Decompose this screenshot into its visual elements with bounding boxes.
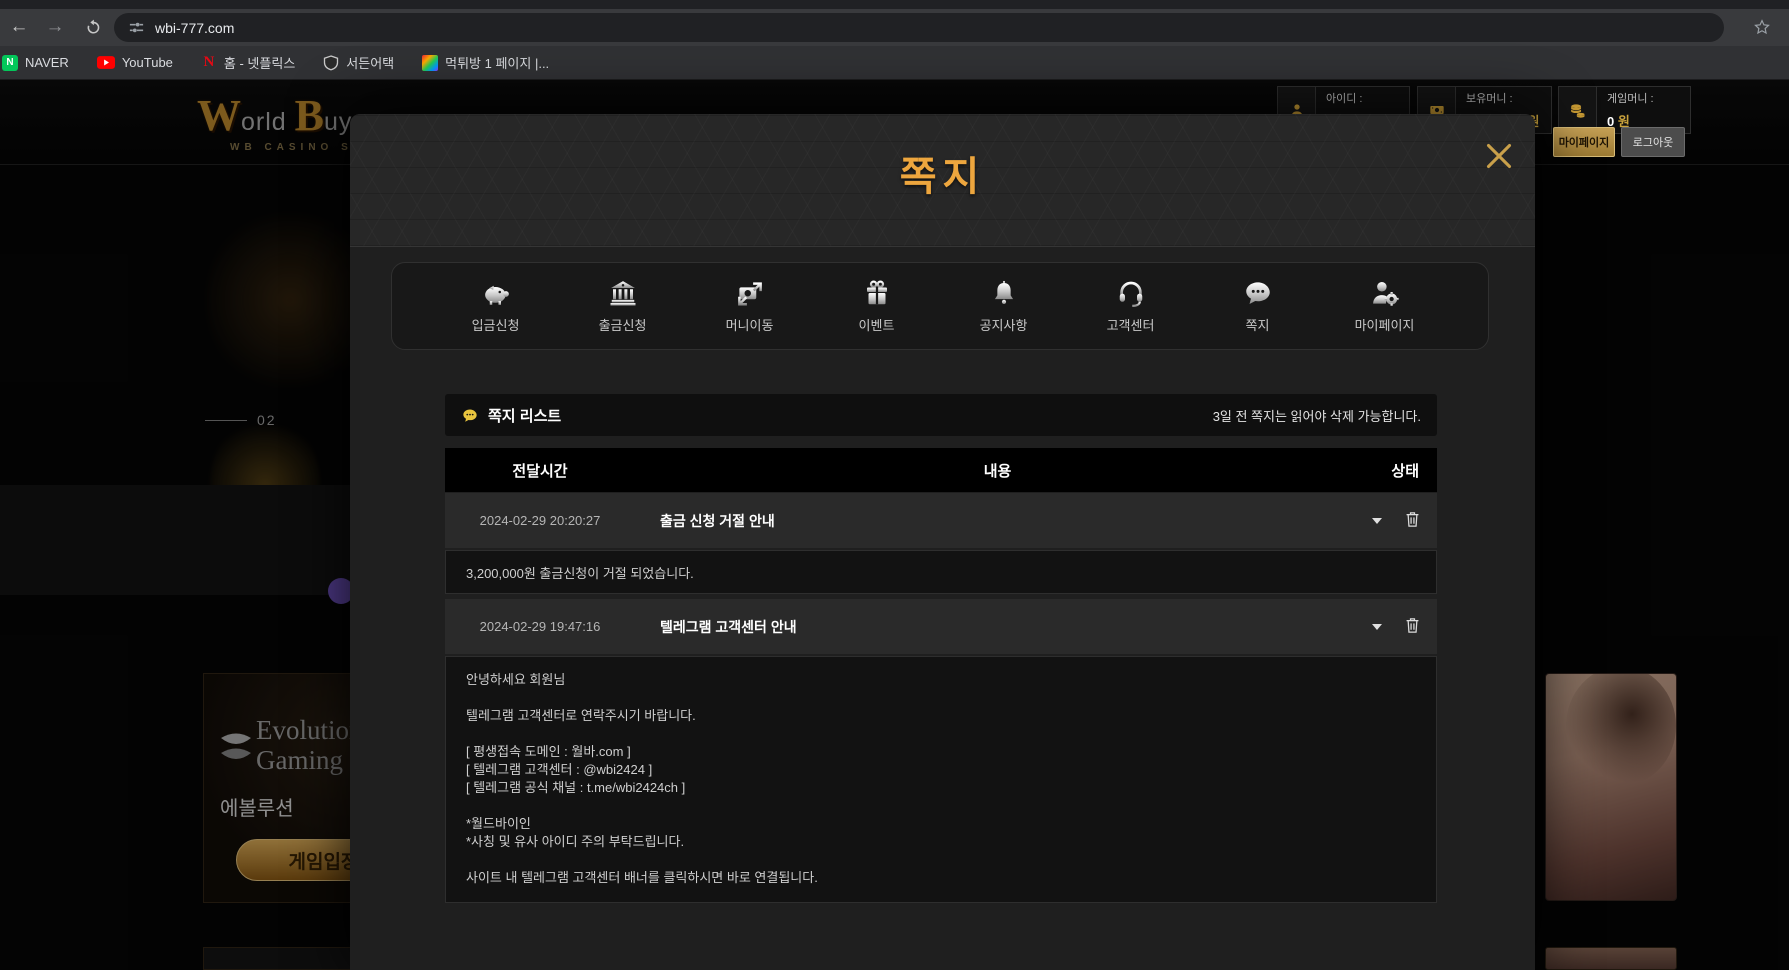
browser-back-button[interactable]: ← bbox=[4, 12, 34, 42]
bookmark-naver[interactable]: N NAVER bbox=[2, 55, 69, 71]
naver-icon: N bbox=[2, 55, 18, 71]
nav-item-support[interactable]: 고객센터 bbox=[1067, 263, 1194, 349]
message-modal: 쪽지 입금신청 출금신청 bbox=[350, 114, 1535, 970]
browser-forward-button[interactable]: → bbox=[40, 12, 70, 42]
url-text: wbi-777.com bbox=[155, 20, 234, 36]
bookmark-netflix[interactable]: N 홈 - 넷플릭스 bbox=[201, 53, 295, 72]
message-title: 출금 신청 거절 안내 bbox=[660, 493, 775, 548]
message-body: 3,200,000원 출금신청이 거절 되었습니다. bbox=[445, 550, 1437, 594]
rainbow-icon bbox=[422, 55, 438, 71]
message-table-header: 전달시간 내용 상태 bbox=[445, 448, 1437, 492]
money-transfer-icon bbox=[733, 278, 767, 308]
nav-item-deposit[interactable]: 입금신청 bbox=[432, 263, 559, 349]
list-title: 쪽지 리스트 bbox=[488, 405, 561, 426]
nav-item-notice[interactable]: 공지사항 bbox=[940, 263, 1067, 349]
message-datetime: 2024-02-29 19:47:16 bbox=[445, 599, 635, 654]
nav-item-withdraw[interactable]: 출금신청 bbox=[559, 263, 686, 349]
nav-item-money-move[interactable]: 머니이동 bbox=[686, 263, 813, 349]
user-gear-icon bbox=[1368, 278, 1402, 308]
nav-item-mypage[interactable]: 마이페이지 bbox=[1321, 263, 1448, 349]
bookmarks-bar: N NAVER YouTube N 홈 - 넷플릭스 서든어택 먹튀방 1 페이… bbox=[0, 46, 1789, 80]
site-settings-icon bbox=[128, 19, 145, 36]
address-bar[interactable]: wbi-777.com bbox=[114, 13, 1724, 42]
message-row-header[interactable]: 2024-02-29 20:20:27 출금 신청 거절 안내 bbox=[445, 493, 1437, 548]
message-list-header: 쪽지 리스트 3일 전 쪽지는 읽어야 삭제 가능합니다. bbox=[445, 394, 1437, 436]
message-title: 텔레그램 고객센터 안내 bbox=[660, 599, 797, 654]
delete-message-button[interactable] bbox=[1403, 509, 1425, 531]
casino-site-background: World Buy WB CASINO SLOT 02 Evolution Ga… bbox=[0, 80, 1789, 970]
chat-bubble-icon bbox=[1242, 278, 1274, 308]
trash-icon bbox=[1403, 615, 1422, 635]
nav-item-message[interactable]: 쪽지 bbox=[1194, 263, 1321, 349]
star-icon bbox=[1753, 18, 1771, 36]
message-datetime: 2024-02-29 20:20:27 bbox=[445, 493, 635, 548]
column-time: 전달시간 bbox=[445, 448, 635, 492]
piggy-bank-icon bbox=[479, 278, 513, 308]
bookmark-sudden-attack[interactable]: 서든어택 bbox=[323, 53, 394, 72]
reload-icon bbox=[85, 19, 102, 36]
close-icon bbox=[1485, 142, 1513, 170]
browser-toolbar: ← → wbi-777.com bbox=[0, 9, 1789, 46]
bell-icon bbox=[990, 278, 1018, 308]
chat-bubble-yellow-icon bbox=[461, 407, 479, 424]
nav-item-event[interactable]: 이벤트 bbox=[813, 263, 940, 349]
gift-icon bbox=[862, 278, 892, 308]
logout-button[interactable]: 로그아웃 bbox=[1621, 127, 1685, 157]
browser-reload-button[interactable] bbox=[78, 12, 108, 42]
chevron-down-icon[interactable] bbox=[1372, 518, 1382, 524]
mypage-button[interactable]: 마이페이지 bbox=[1553, 127, 1615, 157]
bookmark-youtube[interactable]: YouTube bbox=[97, 55, 173, 70]
message-row-header[interactable]: 2024-02-29 19:47:16 텔레그램 고객센터 안내 bbox=[445, 599, 1437, 654]
delete-message-button[interactable] bbox=[1403, 615, 1425, 637]
netflix-icon: N bbox=[201, 55, 217, 71]
column-status: 상태 bbox=[1391, 448, 1419, 492]
list-notice: 3일 전 쪽지는 읽어야 삭제 가능합니다. bbox=[1213, 406, 1421, 425]
bank-icon bbox=[608, 278, 638, 308]
modal-close-button[interactable] bbox=[1483, 140, 1515, 172]
bookmark-meoktwi[interactable]: 먹튀방 1 페이지 |... bbox=[422, 53, 549, 72]
headset-icon bbox=[1115, 278, 1147, 308]
browser-tab-strip bbox=[0, 0, 1789, 9]
column-content: 내용 bbox=[635, 448, 1360, 492]
bookmark-star-button[interactable] bbox=[1749, 14, 1775, 40]
modal-nav-menu: 입금신청 출금신청 머니이동 bbox=[391, 262, 1489, 350]
shield-icon bbox=[323, 55, 339, 71]
trash-icon bbox=[1403, 509, 1422, 529]
youtube-icon bbox=[97, 56, 115, 69]
modal-title: 쪽지 bbox=[350, 144, 1535, 202]
chevron-down-icon[interactable] bbox=[1372, 624, 1382, 630]
message-body: 안녕하세요 회원님 텔레그램 고객센터로 연락주시기 바랍니다. [ 평생접속 … bbox=[445, 656, 1437, 903]
